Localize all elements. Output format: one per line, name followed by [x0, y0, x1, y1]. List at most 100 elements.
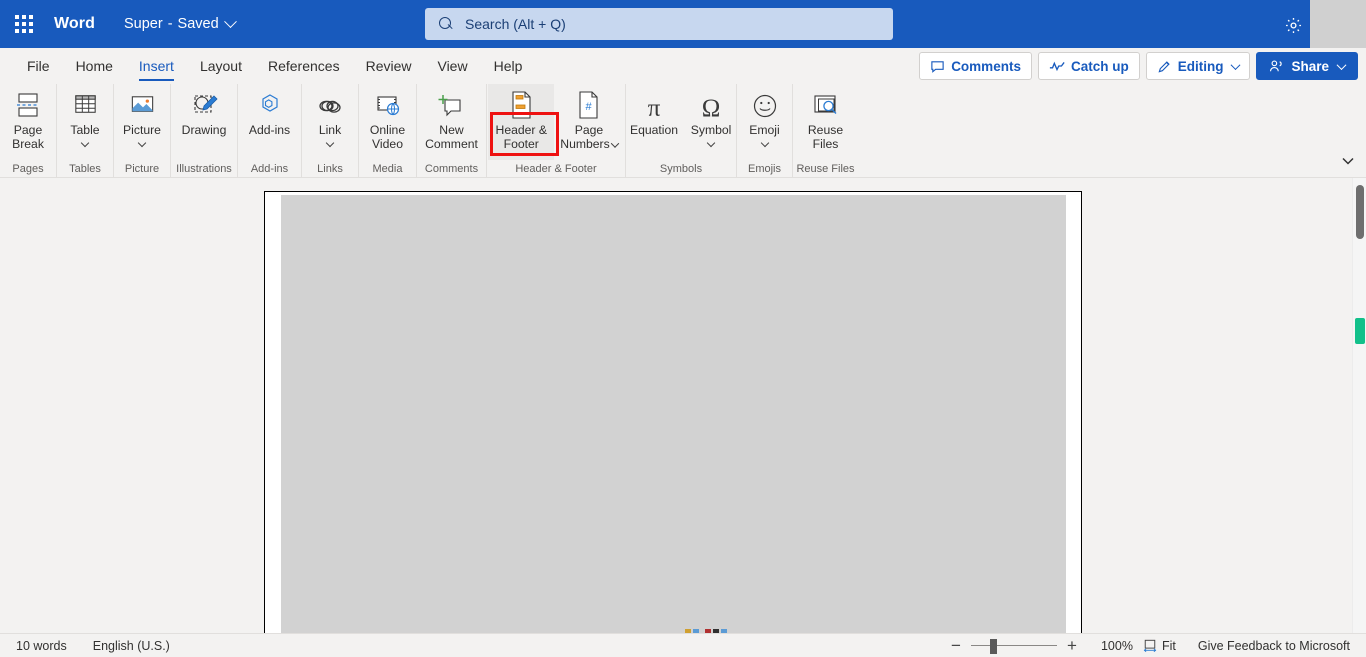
- document-page[interactable]: [264, 191, 1082, 633]
- chevron-down-icon[interactable]: [760, 138, 769, 147]
- equation-button[interactable]: π Equation: [624, 84, 684, 160]
- ribbon-group-links: Link Links: [302, 84, 359, 178]
- svg-text:#: #: [585, 101, 592, 113]
- share-button[interactable]: Share: [1256, 52, 1358, 80]
- addins-icon: [255, 88, 285, 120]
- fit-page-icon: [1143, 639, 1157, 652]
- group-name-reuse-files: Reuse Files: [796, 163, 855, 175]
- comments-label: Comments: [951, 58, 1021, 74]
- ribbon-group-picture: Picture Picture: [114, 84, 171, 178]
- scrollbar-position-marker[interactable]: [1355, 318, 1365, 344]
- status-bar: 10 words English (U.S.) − + 100% Fit Giv…: [0, 633, 1366, 657]
- chevron-down-icon[interactable]: [137, 138, 147, 147]
- emoji-button[interactable]: Emoji: [738, 84, 792, 160]
- chevron-down-icon[interactable]: [610, 138, 619, 148]
- header-footer-button[interactable]: Header & Footer: [488, 84, 555, 160]
- emoji-smiley-icon: [751, 88, 779, 120]
- document-title-separator: -: [167, 16, 173, 32]
- tab-insert[interactable]: Insert: [126, 48, 187, 84]
- search-icon: [439, 16, 454, 32]
- tab-file[interactable]: File: [14, 48, 63, 84]
- ribbon-group-illustrations: Drawing Illustrations: [171, 84, 238, 178]
- picture-label: Picture: [123, 123, 161, 137]
- tab-review[interactable]: Review: [353, 48, 425, 84]
- group-name-symbols: Symbols: [659, 163, 703, 175]
- word-count[interactable]: 10 words: [16, 639, 67, 653]
- picture-icon: [128, 88, 157, 120]
- language-indicator[interactable]: English (U.S.): [93, 639, 170, 653]
- chevron-down-icon[interactable]: [706, 138, 716, 147]
- chevron-down-icon: [223, 14, 237, 28]
- online-video-label: Online Video: [369, 123, 406, 151]
- search-placeholder: Search (Alt + Q): [465, 16, 566, 32]
- drawing-icon: [189, 88, 219, 120]
- tab-home[interactable]: Home: [63, 48, 126, 84]
- reuse-files-icon: [812, 88, 840, 120]
- ribbon-tabs: File Home Insert Layout References Revie…: [0, 48, 535, 84]
- page-numbers-button[interactable]: # Page Numbers: [554, 84, 623, 160]
- add-ins-label: Add-ins: [248, 123, 291, 137]
- page-numbers-text: Page Numbers: [560, 123, 610, 151]
- reuse-files-button[interactable]: Reuse Files: [799, 84, 853, 160]
- zoom-in-button[interactable]: +: [1057, 635, 1087, 657]
- comment-bubble-icon: [931, 60, 944, 73]
- fit-button[interactable]: Fit: [1143, 639, 1176, 653]
- picture-button[interactable]: Picture: [115, 84, 169, 160]
- gear-icon[interactable]: [1278, 10, 1308, 40]
- comments-button[interactable]: Comments: [919, 52, 1032, 80]
- title-bar: Word Super - Saved Search (Alt + Q): [0, 0, 1366, 48]
- vertical-scroll-thumb[interactable]: [1356, 185, 1364, 239]
- chevron-down-icon[interactable]: [80, 138, 90, 147]
- menu-bar-actions: Comments Catch up Editing Share: [919, 52, 1358, 80]
- link-icon: [315, 88, 345, 120]
- tab-layout[interactable]: Layout: [187, 48, 255, 84]
- search-input[interactable]: Search (Alt + Q): [425, 8, 893, 40]
- group-name-tables: Tables: [69, 163, 101, 175]
- header-footer-label: Header & Footer: [495, 123, 548, 151]
- activity-pulse-icon: [1049, 61, 1065, 72]
- drawing-button[interactable]: Drawing: [176, 84, 233, 160]
- zoom-slider-track: [970, 644, 1057, 647]
- ribbon-group-media: Online Video Media: [359, 84, 417, 178]
- online-video-button[interactable]: Online Video: [361, 84, 415, 160]
- ribbon-group-pages: Page Break Pages: [0, 84, 57, 178]
- zoom-slider-thumb[interactable]: [989, 638, 997, 654]
- svg-text:Ω: Ω: [702, 95, 721, 120]
- reuse-files-label: Reuse Files: [807, 123, 844, 151]
- symbol-button[interactable]: Ω Symbol: [684, 84, 738, 160]
- chevron-down-icon: [1231, 59, 1241, 70]
- editing-mode-button[interactable]: Editing: [1145, 52, 1251, 80]
- tab-references[interactable]: References: [255, 48, 353, 84]
- catch-up-button[interactable]: Catch up: [1037, 52, 1140, 80]
- zoom-percent[interactable]: 100%: [1101, 639, 1133, 653]
- new-comment-icon: [436, 88, 466, 120]
- fit-label: Fit: [1161, 638, 1176, 653]
- ribbon-group-addins: Add-ins Add-ins: [238, 84, 302, 178]
- equation-label: Equation: [629, 123, 679, 137]
- equation-pi-icon: π: [640, 88, 668, 120]
- app-name: Word: [54, 15, 95, 32]
- table-button[interactable]: Table: [58, 84, 112, 160]
- symbol-omega-icon: Ω: [697, 88, 725, 120]
- link-button[interactable]: Link: [303, 84, 357, 160]
- group-name-illustrations: Illustrations: [176, 163, 232, 175]
- tab-help[interactable]: Help: [481, 48, 536, 84]
- ribbon-group-symbols: π Equation Ω Symbol Symbols: [626, 84, 737, 178]
- vertical-scrollbar[interactable]: [1352, 178, 1366, 633]
- zoom-out-button[interactable]: −: [941, 635, 971, 657]
- ribbon-expand-chevron-down-icon[interactable]: [1338, 151, 1358, 171]
- chevron-down-icon: [1336, 59, 1347, 70]
- chevron-down-icon[interactable]: [325, 138, 335, 147]
- document-title[interactable]: Super - Saved: [120, 8, 239, 40]
- group-name-picture: Picture: [124, 163, 160, 175]
- new-comment-button[interactable]: New Comment: [419, 84, 484, 160]
- zoom-slider[interactable]: [970, 635, 1057, 657]
- app-launcher-icon[interactable]: [0, 0, 48, 48]
- feedback-link[interactable]: Give Feedback to Microsoft: [1198, 639, 1350, 653]
- drawing-label: Drawing: [181, 123, 227, 137]
- page-break-button[interactable]: Page Break: [1, 84, 55, 160]
- add-ins-button[interactable]: Add-ins: [243, 84, 297, 160]
- document-canvas[interactable]: [0, 178, 1352, 633]
- tab-view[interactable]: View: [424, 48, 480, 84]
- ribbon-group-comments: New Comment Comments: [417, 84, 487, 178]
